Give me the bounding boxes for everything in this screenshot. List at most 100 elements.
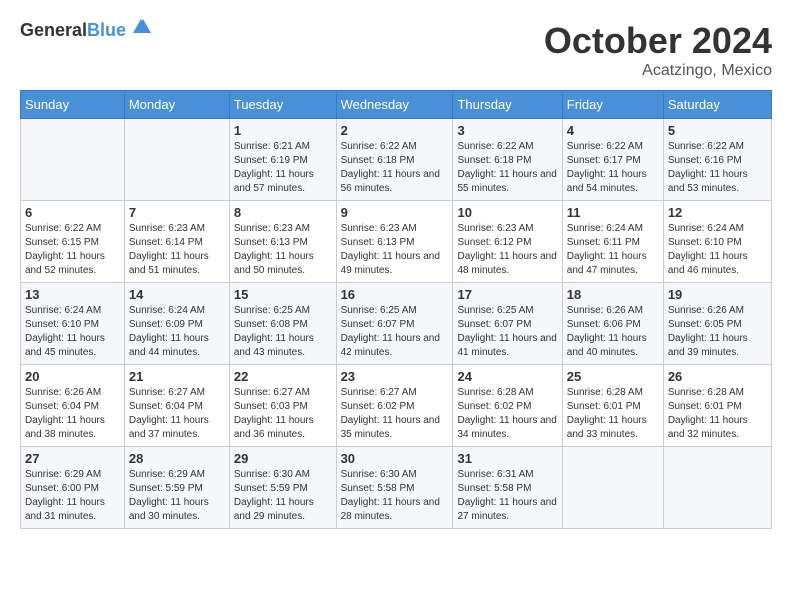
day-info: Sunrise: 6:26 AMSunset: 6:06 PMDaylight:… [567, 304, 659, 360]
table-row: 28 Sunrise: 6:29 AMSunset: 5:59 PMDayligh… [124, 447, 229, 529]
col-tuesday: Tuesday [229, 91, 336, 119]
calendar-week-row: 13 Sunrise: 6:24 AMSunset: 6:10 PMDayligh… [21, 283, 772, 365]
day-number: 2 [341, 123, 449, 138]
table-row [562, 447, 663, 529]
day-number: 1 [234, 123, 332, 138]
table-row: 14Sunrise: 6:24 AMSunset: 6:09 PMDayligh… [124, 283, 229, 365]
day-number: 29 [234, 451, 332, 466]
day-info: Sunrise: 6:25 AMSunset: 6:07 PMDaylight:… [457, 304, 557, 360]
day-number: 20 [25, 369, 120, 384]
day-number: 21 [129, 369, 225, 384]
col-sunday: Sunday [21, 91, 125, 119]
col-friday: Friday [562, 91, 663, 119]
day-info: Sunrise: 6:27 AMSunset: 6:03 PMDaylight:… [234, 386, 332, 442]
day-number: 6 [25, 205, 120, 220]
day-info: Sunrise: 6:25 AMSunset: 6:08 PMDaylight:… [234, 304, 332, 360]
day-number: 9 [341, 205, 449, 220]
day-info: Sunrise: 6:24 AMSunset: 6:10 PMDaylight:… [668, 222, 767, 278]
day-number: 22 [234, 369, 332, 384]
table-row: 26 Sunrise: 6:28 AMSunset: 6:01 PMDayligh… [663, 365, 771, 447]
col-wednesday: Wednesday [336, 91, 453, 119]
table-row: 1 Sunrise: 6:21 AMSunset: 6:19 PMDaylight… [229, 119, 336, 201]
day-number: 5 [668, 123, 767, 138]
day-number: 28 [129, 451, 225, 466]
day-number: 10 [457, 205, 557, 220]
day-info: Sunrise: 6:22 AMSunset: 6:17 PMDaylight:… [567, 140, 659, 196]
day-info: Sunrise: 6:26 AMSunset: 6:04 PMDaylight:… [25, 386, 120, 442]
table-row: 18 Sunrise: 6:26 AMSunset: 6:06 PMDayligh… [562, 283, 663, 365]
page-header: GeneralBlue October 2024 Acatzingo, Mexi… [20, 20, 772, 80]
table-row: 7 Sunrise: 6:23 AMSunset: 6:14 PMDaylight… [124, 201, 229, 283]
day-number: 13 [25, 287, 120, 302]
day-info: Sunrise: 6:23 AMSunset: 6:13 PMDaylight:… [234, 222, 332, 278]
table-row: 25Sunrise: 6:28 AMSunset: 6:01 PMDayligh… [562, 365, 663, 447]
table-row: 17Sunrise: 6:25 AMSunset: 6:07 PMDayligh… [453, 283, 562, 365]
table-row: 13 Sunrise: 6:24 AMSunset: 6:10 PMDayligh… [21, 283, 125, 365]
day-info: Sunrise: 6:28 AMSunset: 6:01 PMDaylight:… [668, 386, 767, 442]
day-info: Sunrise: 6:28 AMSunset: 6:02 PMDaylight:… [457, 386, 557, 442]
calendar-table: Sunday Monday Tuesday Wednesday Thursday… [20, 90, 772, 529]
day-number: 26 [668, 369, 767, 384]
day-info: Sunrise: 6:22 AMSunset: 6:18 PMDaylight:… [457, 140, 557, 196]
day-info: Sunrise: 6:27 AMSunset: 6:04 PMDaylight:… [129, 386, 225, 442]
day-number: 27 [25, 451, 120, 466]
day-number: 23 [341, 369, 449, 384]
day-number: 15 [234, 287, 332, 302]
calendar-header-row: Sunday Monday Tuesday Wednesday Thursday… [21, 91, 772, 119]
table-row: 5 Sunrise: 6:22 AMSunset: 6:16 PMDaylight… [663, 119, 771, 201]
table-row: 22 Sunrise: 6:27 AMSunset: 6:03 PMDayligh… [229, 365, 336, 447]
table-row: 3 Sunrise: 6:22 AMSunset: 6:18 PMDaylight… [453, 119, 562, 201]
table-row: 19 Sunrise: 6:26 AMSunset: 6:05 PMDayligh… [663, 283, 771, 365]
day-number: 12 [668, 205, 767, 220]
day-info: Sunrise: 6:22 AMSunset: 6:15 PMDaylight:… [25, 222, 120, 278]
table-row: 21 Sunrise: 6:27 AMSunset: 6:04 PMDayligh… [124, 365, 229, 447]
day-info: Sunrise: 6:23 AMSunset: 6:12 PMDaylight:… [457, 222, 557, 278]
table-row: 6 Sunrise: 6:22 AMSunset: 6:15 PMDaylight… [21, 201, 125, 283]
title-block: October 2024 Acatzingo, Mexico [544, 20, 772, 80]
day-number: 7 [129, 205, 225, 220]
table-row: 2Sunrise: 6:22 AMSunset: 6:18 PMDaylight… [336, 119, 453, 201]
table-row: 10 Sunrise: 6:23 AMSunset: 6:12 PMDayligh… [453, 201, 562, 283]
day-info: Sunrise: 6:22 AMSunset: 6:16 PMDaylight:… [668, 140, 767, 196]
day-number: 18 [567, 287, 659, 302]
calendar-week-row: 1 Sunrise: 6:21 AMSunset: 6:19 PMDaylight… [21, 119, 772, 201]
day-number: 4 [567, 123, 659, 138]
table-row: 24 Sunrise: 6:28 AMSunset: 6:02 PMDayligh… [453, 365, 562, 447]
table-row: 9 Sunrise: 6:23 AMSunset: 6:13 PMDaylight… [336, 201, 453, 283]
table-row: 15 Sunrise: 6:25 AMSunset: 6:08 PMDayligh… [229, 283, 336, 365]
logo-general-text: General [20, 20, 87, 40]
logo-icon [129, 15, 153, 39]
day-info: Sunrise: 6:21 AMSunset: 6:19 PMDaylight:… [234, 140, 332, 196]
day-number: 19 [668, 287, 767, 302]
day-info: Sunrise: 6:26 AMSunset: 6:05 PMDaylight:… [668, 304, 767, 360]
table-row [124, 119, 229, 201]
logo-blue-text: Blue [87, 20, 126, 40]
location-text: Acatzingo, Mexico [544, 62, 772, 80]
day-info: Sunrise: 6:31 AMSunset: 5:58 PMDaylight:… [457, 468, 557, 524]
day-info: Sunrise: 6:27 AMSunset: 6:02 PMDaylight:… [341, 386, 449, 442]
month-title: October 2024 [544, 20, 772, 62]
day-number: 24 [457, 369, 557, 384]
day-number: 25 [567, 369, 659, 384]
day-number: 14 [129, 287, 225, 302]
col-monday: Monday [124, 91, 229, 119]
table-row: 4 Sunrise: 6:22 AMSunset: 6:17 PMDaylight… [562, 119, 663, 201]
day-info: Sunrise: 6:24 AMSunset: 6:10 PMDaylight:… [25, 304, 120, 360]
day-number: 8 [234, 205, 332, 220]
day-number: 16 [341, 287, 449, 302]
table-row: 12 Sunrise: 6:24 AMSunset: 6:10 PMDayligh… [663, 201, 771, 283]
day-info: Sunrise: 6:29 AMSunset: 5:59 PMDaylight:… [129, 468, 225, 524]
table-row: 11Sunrise: 6:24 AMSunset: 6:11 PMDayligh… [562, 201, 663, 283]
table-row: 31Sunrise: 6:31 AMSunset: 5:58 PMDayligh… [453, 447, 562, 529]
day-info: Sunrise: 6:30 AMSunset: 5:58 PMDaylight:… [341, 468, 449, 524]
table-row: 20 Sunrise: 6:26 AMSunset: 6:04 PMDayligh… [21, 365, 125, 447]
day-number: 3 [457, 123, 557, 138]
day-info: Sunrise: 6:23 AMSunset: 6:14 PMDaylight:… [129, 222, 225, 278]
day-info: Sunrise: 6:23 AMSunset: 6:13 PMDaylight:… [341, 222, 449, 278]
table-row: 8 Sunrise: 6:23 AMSunset: 6:13 PMDaylight… [229, 201, 336, 283]
calendar-week-row: 27Sunrise: 6:29 AMSunset: 6:00 PMDayligh… [21, 447, 772, 529]
day-number: 30 [341, 451, 449, 466]
day-number: 11 [567, 205, 659, 220]
table-row [663, 447, 771, 529]
table-row: 27Sunrise: 6:29 AMSunset: 6:00 PMDayligh… [21, 447, 125, 529]
